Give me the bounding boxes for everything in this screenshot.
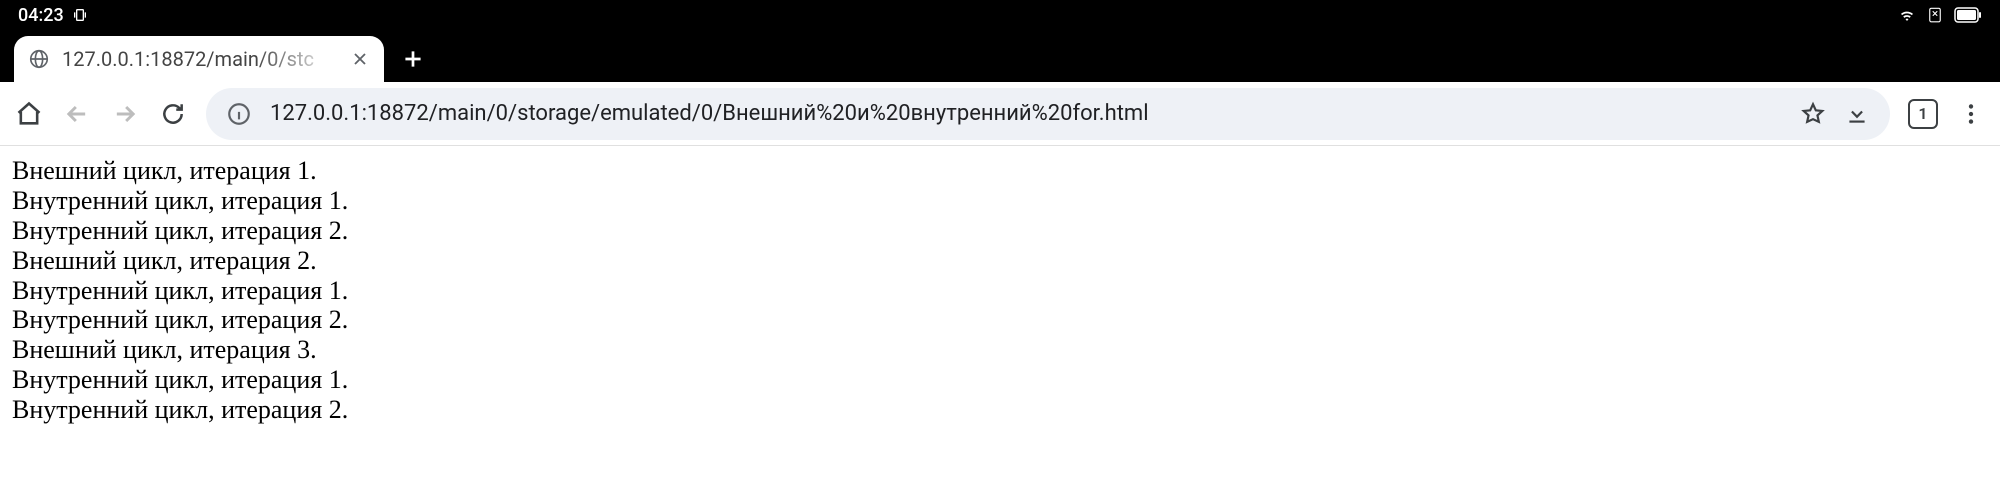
content-line: Внутренний цикл, итерация 1. <box>12 186 1988 216</box>
menu-button[interactable] <box>1956 99 1986 129</box>
content-line: Внутренний цикл, итерация 2. <box>12 395 1988 425</box>
site-info-icon[interactable] <box>226 101 252 127</box>
tab-title: 127.0.0.1:18872/main/0/stc <box>62 47 338 71</box>
back-button[interactable] <box>62 99 92 129</box>
content-line: Внешний цикл, итерация 1. <box>12 156 1988 186</box>
reload-button[interactable] <box>158 99 188 129</box>
content-line: Внутренний цикл, итерация 2. <box>12 216 1988 246</box>
home-button[interactable] <box>14 99 44 129</box>
browser-tab-strip: 127.0.0.1:18872/main/0/stc <box>0 30 2000 82</box>
new-tab-button[interactable] <box>392 36 434 82</box>
status-left: 04:23 <box>18 5 88 26</box>
download-button[interactable] <box>1844 101 1870 127</box>
content-line: Внутренний цикл, итерация 2. <box>12 305 1988 335</box>
page-content: Внешний цикл, итерация 1. Внутренний цик… <box>0 146 2000 435</box>
forward-button[interactable] <box>110 99 140 129</box>
browser-tab[interactable]: 127.0.0.1:18872/main/0/stc <box>14 36 384 82</box>
content-line: Внутренний цикл, итерация 1. <box>12 276 1988 306</box>
globe-icon <box>28 48 50 70</box>
tab-count-button[interactable]: 1 <box>1908 99 1938 129</box>
tab-close-button[interactable] <box>350 49 370 69</box>
status-right <box>1898 6 1982 24</box>
battery-icon <box>1954 7 1982 23</box>
wifi-icon <box>1898 6 1916 24</box>
address-bar[interactable]: 127.0.0.1:18872/main/0/storage/emulated/… <box>206 88 1890 140</box>
android-status-bar: 04:23 <box>0 0 2000 30</box>
bookmark-button[interactable] <box>1800 101 1826 127</box>
status-time: 04:23 <box>18 5 64 26</box>
content-line: Внешний цикл, итерация 3. <box>12 335 1988 365</box>
no-sim-icon <box>1926 6 1944 24</box>
vibrate-icon <box>72 7 88 23</box>
url-text: 127.0.0.1:18872/main/0/storage/emulated/… <box>270 101 1782 126</box>
browser-toolbar: 127.0.0.1:18872/main/0/storage/emulated/… <box>0 82 2000 146</box>
content-line: Внутренний цикл, итерация 1. <box>12 365 1988 395</box>
content-line: Внешний цикл, итерация 2. <box>12 246 1988 276</box>
tab-count-value: 1 <box>1918 104 1927 123</box>
